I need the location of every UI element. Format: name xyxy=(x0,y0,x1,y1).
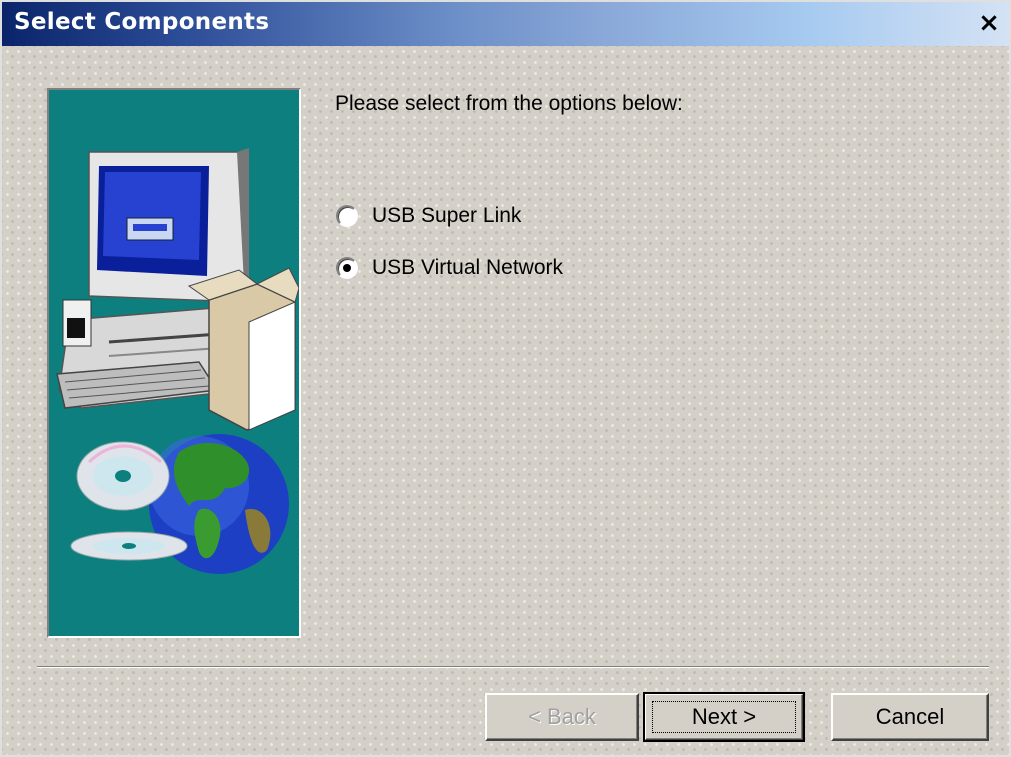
next-button[interactable]: Next > xyxy=(643,692,805,742)
close-icon[interactable]: × xyxy=(975,10,1003,38)
back-button[interactable]: < Back xyxy=(485,693,639,741)
option-usb-super-link[interactable]: USB Super Link xyxy=(336,201,521,231)
setup-illustration xyxy=(47,88,301,638)
instruction-text: Please select from the options below: xyxy=(335,92,683,115)
select-components-dialog: Select Components × Please select from t… xyxy=(0,0,1011,757)
radio-button[interactable] xyxy=(336,257,358,279)
option-label: USB Super Link xyxy=(372,204,522,227)
selected-dot xyxy=(343,264,351,272)
option-label: USB Virtual Network xyxy=(372,256,564,279)
separator-line xyxy=(37,666,989,668)
title-bar[interactable]: Select Components × xyxy=(2,2,1009,46)
option-usb-virtual-network[interactable]: USB Virtual Network xyxy=(336,253,563,283)
radio-button[interactable] xyxy=(336,205,358,227)
cancel-button[interactable]: Cancel xyxy=(831,693,989,741)
window-title: Select Components xyxy=(14,9,270,35)
computer-cd-globe-illustration xyxy=(56,148,299,574)
focus-rect xyxy=(652,701,796,733)
